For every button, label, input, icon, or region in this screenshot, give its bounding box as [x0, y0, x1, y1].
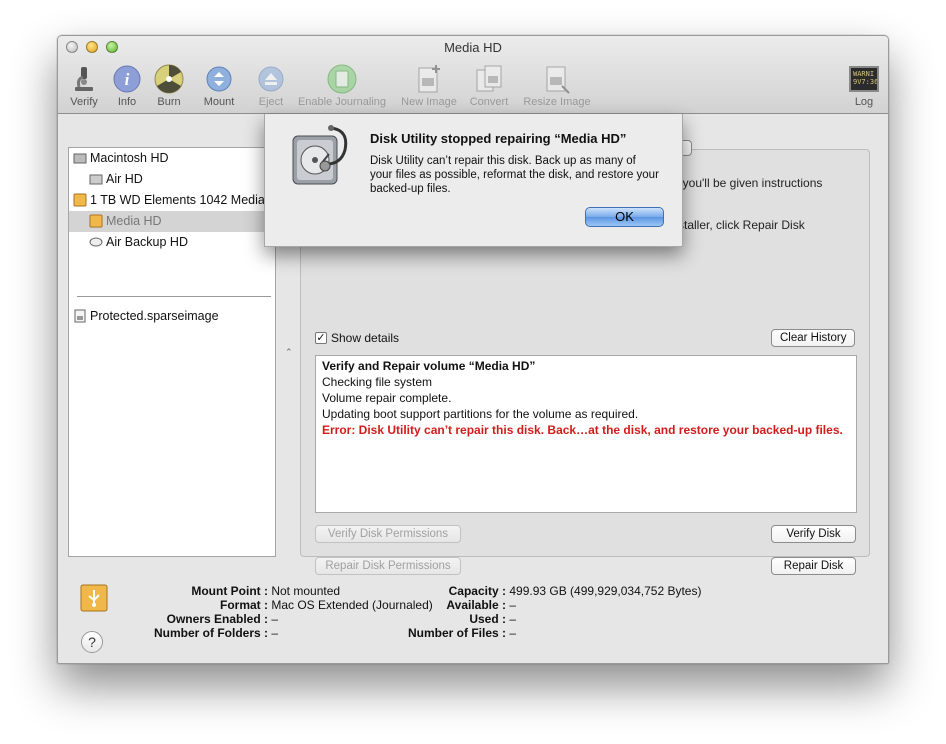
clear-history-button[interactable]: Clear History [771, 329, 856, 347]
window-title: Media HD [444, 40, 502, 55]
sidebar-item-air-hd[interactable]: Air HD [69, 169, 275, 190]
toolbar-resize-image-label: Resize Image [523, 96, 591, 108]
toolbar-enable-journaling-button[interactable]: Enable Journaling [294, 64, 390, 108]
toolbar-new-image-label: New Image [401, 96, 457, 108]
sidebar-item-protected-sparseimage[interactable]: Protected.sparseimage [69, 306, 275, 327]
backup-volume-icon [89, 235, 103, 249]
new-image-icon [414, 64, 444, 94]
disk-sidebar[interactable]: Macintosh HD Air HD 1 TB WD Elements 104… [68, 147, 276, 557]
number-of-folders-value: – [271, 626, 279, 640]
usb-drive-icon [80, 584, 108, 614]
toolbar-verify-label: Verify [70, 96, 98, 108]
checkbox-checked-icon: ✓ [315, 332, 327, 344]
disk-info-right: Capacity : 499.93 GB (499,929,034,752 By… [398, 584, 702, 640]
number-of-folders-label: Number of Folders : [153, 626, 268, 640]
toolbar-enable-journaling-label: Enable Journaling [297, 96, 387, 108]
toolbar-resize-image-button[interactable]: Resize Image [518, 64, 596, 108]
burn-icon [154, 64, 184, 94]
format-label: Format : [220, 598, 268, 612]
info-icon: i [112, 64, 142, 94]
details-log[interactable]: Verify and Repair volume “Media HD” Chec… [315, 355, 857, 513]
verify-disk-permissions-button[interactable]: Verify Disk Permissions [315, 525, 461, 543]
ok-button[interactable]: OK [585, 207, 664, 227]
external-disk-icon [73, 193, 87, 207]
title-bar: Media HD Verify i Info Burn Mount Eject … [58, 36, 888, 114]
volume-icon [89, 172, 103, 186]
microscope-icon [69, 64, 99, 94]
toolbar-log-button[interactable]: WARNI 9V7:36 Log [846, 64, 882, 108]
instructions-text: s, you'll be given instructions [670, 176, 823, 190]
log-console-icon: WARNI 9V7:36 [849, 64, 879, 94]
repair-disk-permissions-button[interactable]: Repair Disk Permissions [315, 557, 461, 575]
disk-image-icon [73, 309, 87, 323]
toolbar-burn-label: Burn [157, 96, 181, 108]
owners-enabled-label: Owners Enabled : [166, 612, 268, 626]
log-error-line: Error: Disk Utility can’t repair this di… [322, 423, 843, 437]
capacity-label: Capacity : [448, 584, 506, 598]
available-value: – [509, 598, 517, 612]
disk-utility-stethoscope-icon [287, 124, 353, 190]
number-of-files-label: Number of Files : [407, 626, 506, 640]
internal-disk-icon [73, 151, 87, 165]
toolbar-new-image-button[interactable]: New Image [398, 64, 460, 108]
capacity-value: 499.93 GB (499,929,034,752 Bytes) [509, 584, 702, 598]
sidebar-item-macintosh-hd[interactable]: Macintosh HD [69, 148, 275, 169]
help-button[interactable]: ? [81, 631, 103, 653]
alert-message: Disk Utility can’t repair this disk. Bac… [370, 155, 659, 195]
show-details-checkbox[interactable]: ✓ Show details [315, 331, 399, 345]
sidebar-item-label: Air Backup HD [106, 235, 188, 249]
toolbar-info-button[interactable]: i Info [108, 64, 146, 108]
repair-disk-button[interactable]: Repair Disk [771, 557, 856, 575]
sidebar-separator [77, 296, 271, 297]
number-of-files-value: – [509, 626, 517, 640]
sidebar-item-wd-elements[interactable]: 1 TB WD Elements 1042 Media [69, 190, 275, 211]
sidebar-item-air-backup-hd[interactable]: Air Backup HD [69, 232, 275, 253]
permissions-instructions-text: staller, click Repair Disk [678, 218, 805, 232]
splitter-handle-icon[interactable]: ⌃ [285, 347, 293, 358]
toolbar-convert-label: Convert [469, 96, 509, 108]
used-label: Used : [469, 612, 506, 626]
used-value: – [509, 612, 517, 626]
mount-point-label: Mount Point : [191, 584, 268, 598]
toolbar-convert-button[interactable]: Convert [463, 64, 515, 108]
toolbar-eject-label: Eject [258, 96, 284, 108]
sidebar-item-media-hd[interactable]: Media HD [69, 211, 275, 232]
toolbar-mount-button[interactable]: Mount [198, 64, 240, 108]
alert-sheet: Disk Utility stopped repairing “Media HD… [264, 114, 683, 247]
mount-point-value: Not mounted [271, 584, 341, 598]
log-line: Verify and Repair volume “Media HD” [322, 359, 536, 373]
owners-enabled-value: – [271, 612, 279, 626]
resize-image-icon [542, 64, 572, 94]
eject-icon [256, 64, 286, 94]
toolbar-info-label: Info [117, 96, 137, 108]
mount-icon [204, 64, 234, 94]
log-line: Volume repair complete. [322, 391, 452, 405]
external-volume-icon [89, 214, 103, 228]
toolbar-mount-label: Mount [203, 96, 235, 108]
toolbar-verify-button[interactable]: Verify [64, 64, 104, 108]
sidebar-item-label: Media HD [106, 214, 162, 228]
log-line: Updating boot support partitions for the… [322, 407, 639, 421]
sidebar-item-label: Protected.sparseimage [90, 309, 219, 323]
disk-info-left: Mount Point : Not mounted Format : Mac O… [128, 584, 433, 640]
toolbar-burn-button[interactable]: Burn [150, 64, 188, 108]
verify-disk-button[interactable]: Verify Disk [771, 525, 856, 543]
toolbar-log-label: Log [854, 96, 874, 108]
toolbar-eject-button[interactable]: Eject [251, 64, 291, 108]
sidebar-item-label: 1 TB WD Elements 1042 Media [90, 193, 265, 207]
svg-text:i: i [125, 70, 130, 89]
convert-icon [474, 64, 504, 94]
show-details-label: Show details [331, 331, 400, 345]
journaling-icon [327, 64, 357, 94]
available-label: Available : [446, 598, 506, 612]
alert-title: Disk Utility stopped repairing “Media HD… [370, 131, 627, 146]
log-line: Checking file system [322, 375, 433, 389]
sidebar-item-label: Macintosh HD [90, 151, 169, 165]
sidebar-item-label: Air HD [106, 172, 143, 186]
log-badge: WARNI 9V7:36 [849, 66, 879, 92]
